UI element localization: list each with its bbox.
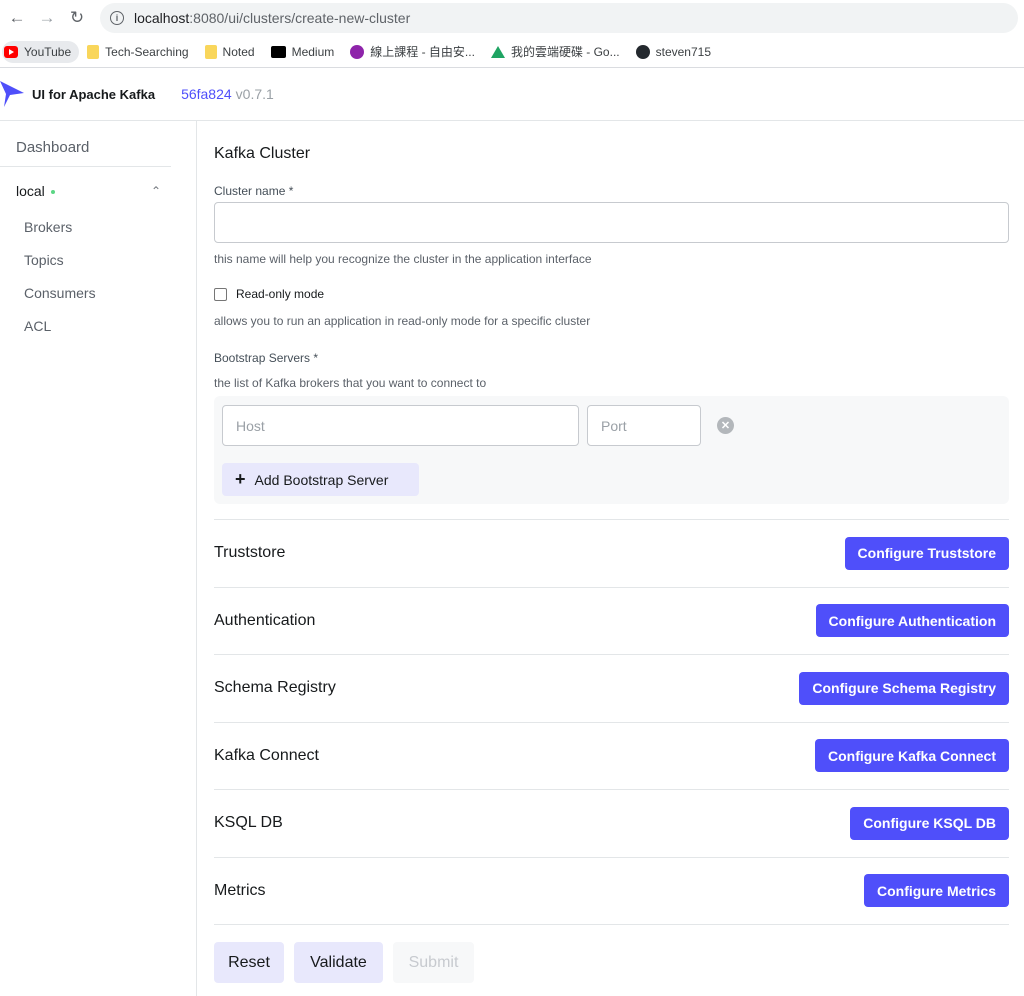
cluster-name-hint: this name will help you recognize the cl…: [214, 252, 592, 266]
kafka-logo-icon[interactable]: [0, 79, 24, 109]
reset-button[interactable]: Reset: [214, 942, 284, 983]
cluster-name: local: [16, 183, 45, 199]
readonly-label[interactable]: Read-only mode: [236, 287, 324, 301]
address-bar[interactable]: i localhost:8080/ui/clusters/create-new-…: [100, 3, 1018, 33]
sidebar-item-topics[interactable]: Topics: [0, 244, 196, 277]
bootstrap-hint: the list of Kafka brokers that you want …: [214, 376, 487, 390]
bookmark-label: Medium: [291, 44, 335, 59]
bookmark-noted[interactable]: Noted: [203, 41, 263, 63]
bookmark-label: YouTube: [24, 44, 72, 59]
info-icon[interactable]: i: [110, 11, 124, 25]
sidebar-item-brokers[interactable]: Brokers: [0, 211, 196, 244]
configure-ksql-db-button[interactable]: Configure KSQL DB: [850, 806, 1009, 840]
url-path: :8080/ui/clusters/create-new-cluster: [189, 10, 411, 26]
bookmark-label: 我的雲端硬碟 - Go...: [510, 45, 620, 59]
course-icon: [350, 44, 365, 59]
remove-server-icon[interactable]: ✕: [717, 417, 734, 434]
bookmark-tech-searching[interactable]: Tech-Searching: [85, 41, 196, 63]
truststore-section: Truststore Configure Truststore: [214, 519, 1009, 587]
bookmark-medium[interactable]: Medium: [269, 41, 343, 63]
reload-icon[interactable]: ↻: [66, 7, 88, 29]
ksql-db-title: KSQL DB: [214, 814, 283, 832]
form-title: Kafka Cluster: [214, 145, 311, 162]
host-input[interactable]: Host: [222, 405, 579, 446]
port-input[interactable]: Port: [587, 405, 701, 446]
readonly-hint: allows you to run an application in read…: [214, 314, 591, 328]
add-bootstrap-server-button[interactable]: + Add Bootstrap Server: [222, 463, 419, 496]
authentication-title: Authentication: [214, 611, 316, 629]
bootstrap-label: Bootstrap Servers *: [214, 351, 319, 365]
configure-kafka-connect-button[interactable]: Configure Kafka Connect: [814, 739, 1009, 773]
cluster-status-dot: [50, 190, 55, 195]
sidebar-item-consumers[interactable]: Consumers: [0, 277, 196, 310]
sidebar-item-acl[interactable]: ACL: [0, 310, 196, 343]
bookmark-course[interactable]: 線上課程 - 自由安...: [348, 39, 483, 64]
kafka-connect-section: Kafka Connect Configure Kafka Connect: [214, 721, 1009, 790]
folder-icon: [204, 44, 217, 59]
chevron-up-icon[interactable]: ⌃: [151, 184, 161, 198]
back-arrow-icon[interactable]: ←: [6, 7, 28, 29]
form-actions: Reset Validate Submit: [214, 924, 1009, 983]
bootstrap-servers-box: Host Port ✕ + Add Bootstrap Server: [214, 396, 1009, 504]
cluster-name-input[interactable]: [214, 202, 1009, 243]
submit-button[interactable]: Submit: [393, 942, 474, 983]
bookmarks-bar: YouTube Tech-Searching Noted Medium 線上課程…: [0, 36, 1024, 68]
metrics-section: Metrics Configure Metrics: [214, 856, 1009, 925]
app-header: UI for Apache Kafka 56fa824 v0.7.1: [0, 68, 1024, 121]
cluster-name-label: Cluster name *: [214, 184, 294, 198]
version-hash-link[interactable]: 56fa824: [181, 86, 232, 102]
version-number: v0.7.1: [235, 86, 274, 102]
github-icon: [635, 44, 650, 59]
configure-truststore-button[interactable]: Configure Truststore: [844, 536, 1009, 570]
metrics-title: Metrics: [214, 881, 266, 899]
medium-icon: [270, 45, 286, 58]
browser-toolbar: ← → ↻ i localhost:8080/ui/clusters/creat…: [0, 0, 1024, 36]
configure-authentication-button[interactable]: Configure Authentication: [815, 604, 1009, 638]
ksql-db-section: KSQL DB Configure KSQL DB: [214, 789, 1009, 857]
bookmark-drive[interactable]: 我的雲端硬碟 - Go...: [489, 39, 628, 64]
add-bootstrap-label: Add Bootstrap Server: [254, 471, 389, 488]
validate-button[interactable]: Validate: [294, 942, 383, 983]
configure-schema-registry-button[interactable]: Configure Schema Registry: [799, 671, 1009, 705]
authentication-section: Authentication Configure Authentication: [214, 586, 1009, 655]
schema-registry-section: Schema Registry Configure Schema Registr…: [214, 654, 1009, 722]
youtube-icon: [4, 45, 18, 58]
schema-registry-title: Schema Registry: [214, 679, 336, 697]
kafka-connect-title: Kafka Connect: [214, 746, 319, 764]
app-name[interactable]: UI for Apache Kafka: [32, 87, 155, 102]
forward-arrow-icon[interactable]: →: [36, 7, 58, 29]
url-host: localhost: [134, 10, 190, 26]
bookmark-github[interactable]: steven715: [634, 41, 719, 63]
configure-metrics-button[interactable]: Configure Metrics: [863, 874, 1009, 908]
drive-icon: [490, 45, 505, 58]
sidebar-item-dashboard[interactable]: Dashboard: [0, 135, 171, 167]
bookmark-label: Noted: [222, 44, 255, 59]
folder-icon: [87, 44, 100, 59]
readonly-checkbox[interactable]: [214, 287, 227, 301]
bookmark-label: steven715: [655, 44, 712, 59]
bookmark-label: 線上課程 - 自由安...: [370, 45, 475, 59]
sidebar: Dashboard local ⌃ Brokers Topics Consume…: [0, 121, 197, 996]
plus-icon: +: [235, 469, 246, 489]
bookmark-youtube[interactable]: YouTube: [2, 40, 80, 63]
bookmark-label: Tech-Searching: [105, 44, 189, 59]
truststore-title: Truststore: [214, 544, 286, 562]
cluster-form: Kafka Cluster Cluster name * this name w…: [197, 121, 1024, 996]
sidebar-cluster-local[interactable]: local ⌃: [0, 167, 196, 211]
